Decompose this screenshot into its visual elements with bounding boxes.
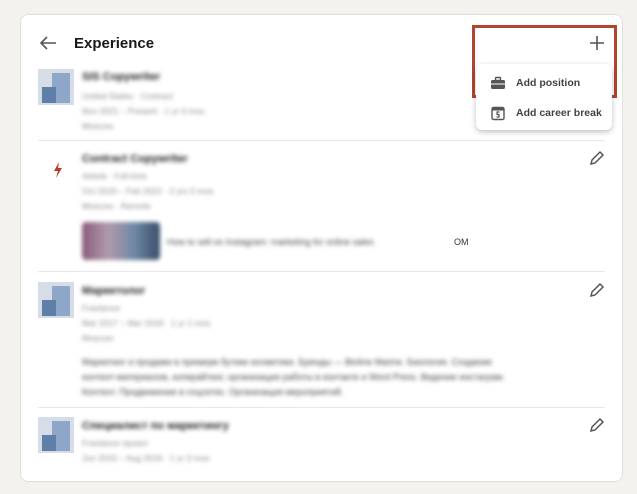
entry-location: Moscow xyxy=(82,333,114,343)
entry-dates: Oct 2019 – Feb 2022 · 2 yrs 5 mos xyxy=(82,186,214,196)
back-arrow-icon[interactable] xyxy=(38,33,58,53)
entry-location: Moscow · Remote xyxy=(82,201,151,211)
entry-title: SIS Copywriter xyxy=(82,71,161,83)
entry-company: Freelance xyxy=(82,303,120,313)
media-thumbnail[interactable] xyxy=(82,222,160,260)
entry-company: United States · Contract xyxy=(82,91,173,101)
media-caption[interactable]: How to sell on Instagram: marketing for … xyxy=(167,237,374,247)
entry-title: Contract Copywriter xyxy=(82,153,188,165)
divider xyxy=(38,140,605,141)
entry-title: Маркетолог xyxy=(82,285,146,297)
add-position-label: Add position xyxy=(516,77,581,89)
entry-description: Маркетинг и продажи в премиум бутике кос… xyxy=(82,357,492,367)
entry-title: Специалист по маркетингу xyxy=(82,420,229,432)
edit-icon[interactable] xyxy=(588,149,606,167)
divider xyxy=(38,271,605,272)
add-career-break-item[interactable]: Add career break xyxy=(476,99,612,127)
company-logo xyxy=(38,282,74,318)
edit-icon[interactable] xyxy=(588,416,606,434)
entry-company: Freelance проект xyxy=(82,438,149,448)
add-menu: Add position Add career break xyxy=(476,64,612,130)
entry-dates: Mar 2017 – Mar 2018 · 1 yr 1 mos xyxy=(82,318,211,328)
entry-dates: Jun 2015 – Aug 2016 · 1 yr 3 mos xyxy=(82,453,210,463)
entry-dates: Nov 2021 – Present · 1 yr 4 mos xyxy=(82,106,205,116)
edit-icon[interactable] xyxy=(588,281,606,299)
entry-description: контент-материалов, копирайтинг, организ… xyxy=(82,372,505,382)
entry-location: Moscow xyxy=(82,121,114,131)
media-caption-tail: OM xyxy=(454,237,469,247)
divider xyxy=(38,407,605,408)
page-title: Experience xyxy=(74,35,155,52)
briefcase-icon xyxy=(491,76,505,89)
company-logo xyxy=(38,69,74,105)
company-logo xyxy=(38,417,74,453)
add-career-break-label: Add career break xyxy=(516,107,602,119)
company-logo-icon xyxy=(54,162,62,178)
add-position-item[interactable]: Add position xyxy=(476,69,612,97)
entry-description: Контент. Продвижение в соцсетях. Организ… xyxy=(82,387,344,397)
entry-company: Airbnb · Full-time xyxy=(82,171,147,181)
calendar-icon xyxy=(491,106,505,121)
